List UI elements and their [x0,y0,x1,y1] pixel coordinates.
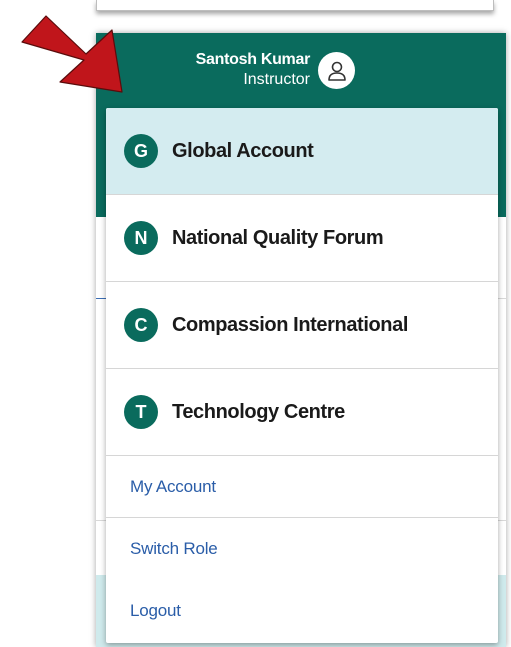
org-name: Compassion International [172,313,408,336]
my-account-link[interactable]: My Account [106,456,498,518]
org-item-national-quality-forum[interactable]: N National Quality Forum [106,195,498,282]
org-item-technology-centre[interactable]: T Technology Centre [106,369,498,456]
org-name: Technology Centre [172,400,345,423]
org-initial-badge: T [124,395,158,429]
org-initial-badge: G [124,134,158,168]
top-window-edge [96,0,494,11]
org-item-global-account[interactable]: G Global Account [106,108,498,195]
red-pointer-arrow-icon [21,15,123,93]
org-name: National Quality Forum [172,226,384,249]
logout-link[interactable]: Logout [106,580,498,642]
org-initial-badge: C [124,308,158,342]
switch-role-link[interactable]: Switch Role [106,518,498,580]
org-name: Global Account [172,139,314,162]
user-name: Santosh Kumar [195,51,311,68]
avatar[interactable] [318,52,355,89]
org-initial-badge: N [124,221,158,255]
background-link-fragment [96,298,106,299]
user-role: Instructor [243,71,310,88]
account-dropdown-menu: G Global Account N National Quality Foru… [106,108,498,643]
org-item-compassion-international[interactable]: C Compassion International [106,282,498,369]
user-info[interactable]: Santosh Kumar Instructor [120,50,311,90]
user-icon [327,61,346,81]
